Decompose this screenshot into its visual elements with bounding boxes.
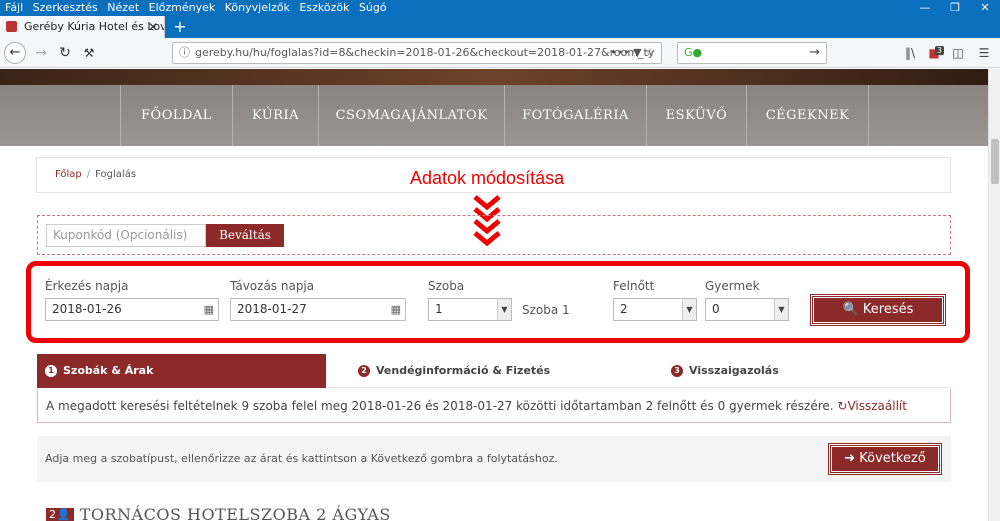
search-go-icon[interactable]: → — [809, 43, 820, 63]
room-title-text: TORNÁCOS HOTELSZOBA 2 ÁGYAS — [79, 505, 391, 521]
extension-badge: 3 — [934, 46, 944, 55]
maximize-icon[interactable]: ❐ — [940, 0, 970, 16]
menu-help[interactable]: Súgó — [359, 0, 387, 16]
url-bar[interactable]: ⓘ gereby.hu/hu/foglalas?id=8&checkin=201… — [172, 42, 662, 64]
library-icon[interactable]: ‖\ — [900, 42, 920, 64]
browser-tab[interactable]: Geréby Kúria Hotel és Lovasudv ✕ — [0, 16, 165, 38]
nav-toolbar: ← → ↻ ⚒ ⓘ gereby.hu/hu/foglalas?id=8&che… — [0, 38, 1000, 81]
main-navigation: FŐOLDAL KÚRIA CSOMAGAJÁNLATOK FOTÓGALÉRI… — [0, 85, 988, 146]
breadcrumb-separator: / — [86, 169, 91, 180]
nav-home[interactable]: FŐOLDAL — [120, 85, 232, 146]
coupon-section: Kuponkód (Opcionális) Beváltás — [37, 215, 951, 255]
search-bar[interactable]: G● → — [677, 42, 827, 64]
step-number: 2 — [358, 365, 370, 377]
step-label: Vendéginformáció & Fizetés — [376, 364, 551, 377]
redeem-button[interactable]: Beváltás — [206, 224, 284, 247]
step-number: 3 — [671, 365, 683, 377]
menu-tools[interactable]: Eszközök — [299, 0, 349, 16]
reset-label: Visszaállít — [847, 399, 907, 413]
step-guest-info[interactable]: 2 Vendéginformáció & Fizetés — [358, 354, 550, 388]
guest-count: 2 — [49, 508, 57, 521]
nav-wedding[interactable]: ESKÜVŐ — [646, 85, 746, 146]
annotation-text: Adatok módosítása — [410, 168, 565, 188]
guest-count-badge: 2👤 — [46, 508, 74, 521]
window-controls: — ❐ ✕ — [910, 0, 1000, 16]
minimize-icon[interactable]: — — [910, 0, 940, 16]
new-tab-icon[interactable]: + — [170, 16, 190, 38]
instruction-bar: Adja meg a szobatípust, ellenőrizze az á… — [37, 436, 951, 482]
nav-divider — [868, 85, 869, 146]
nav-corporate[interactable]: CÉGEKNEK — [746, 85, 868, 146]
page-actions-icon[interactable]: ••• ▼ ☆ — [610, 43, 655, 63]
step-rooms[interactable]: 1 Szobák & Árak — [37, 354, 326, 388]
nav-kuria[interactable]: KÚRIA — [232, 85, 318, 146]
menu-history[interactable]: Előzmények — [149, 0, 216, 16]
result-text: A megadott keresési feltételnek 9 szoba … — [46, 399, 834, 413]
search-result-info: A megadott keresési feltételnek 9 szoba … — [37, 389, 951, 423]
menu-file[interactable]: Fájl — [5, 0, 23, 16]
instruction-text: Adja meg a szobatípust, ellenőrizze az á… — [45, 452, 558, 465]
url-text: gereby.hu/hu/foglalas?id=8&checkin=2018-… — [195, 46, 655, 59]
tab-title: Geréby Kúria Hotel és Lovasudv — [24, 20, 164, 33]
booking-steps: 1 Szobák & Árak 2 Vendéginformáció & Fizet… — [37, 354, 951, 388]
room-type-title: 2👤 TORNÁCOS HOTELSZOBA 2 ÁGYAS — [46, 505, 391, 521]
back-icon[interactable]: ← — [4, 42, 26, 64]
info-icon[interactable]: ⓘ — [179, 43, 190, 63]
wrench-icon[interactable]: ⚒ — [80, 42, 98, 64]
close-window-icon[interactable]: ✕ — [970, 0, 1000, 16]
menu-edit[interactable]: Szerkesztés — [33, 0, 98, 16]
search-engine-icon[interactable]: G● — [684, 43, 702, 63]
nav-packages[interactable]: CSOMAGAJÁNLATOK — [318, 85, 504, 146]
step-number: 1 — [45, 365, 57, 377]
reset-link[interactable]: ↻Visszaállít — [837, 399, 907, 413]
sidebar-icon[interactable]: ◫ — [948, 42, 968, 64]
next-button-label: Következő — [859, 451, 926, 466]
page-scrollbar[interactable] — [988, 69, 1000, 521]
page-content: FŐOLDAL KÚRIA CSOMAGAJÁNLATOK FOTÓGALÉRI… — [0, 69, 988, 521]
forward-icon[interactable]: → — [32, 42, 50, 64]
menu-bookmarks[interactable]: Könyvjelzők — [225, 0, 290, 16]
breadcrumb-home[interactable]: Főlap — [55, 169, 82, 180]
tab-strip: Geréby Kúria Hotel és Lovasudv ✕ + — [0, 16, 1000, 38]
hamburger-menu-icon[interactable]: ☰ — [974, 42, 994, 64]
reload-icon[interactable]: ↻ — [56, 42, 74, 64]
step-label: Szobák & Árak — [63, 364, 154, 377]
refresh-icon: ↻ — [837, 399, 848, 413]
extension-icon[interactable]: ■3 — [924, 42, 944, 64]
highlight-frame — [26, 261, 970, 343]
step-confirmation[interactable]: 3 Visszaigazolás — [671, 354, 779, 388]
arrow-right-icon: ➜ — [844, 451, 856, 466]
tab-close-icon[interactable]: ✕ — [148, 16, 158, 38]
coupon-input[interactable]: Kuponkód (Opcionális) — [46, 224, 206, 247]
menu-bar: Fájl Szerkesztés Nézet Előzmények Könyvj… — [0, 0, 1000, 16]
nav-gallery[interactable]: FOTÓGALÉRIA — [504, 85, 646, 146]
favicon-icon — [6, 21, 17, 32]
hero-image — [0, 69, 988, 85]
menu-view[interactable]: Nézet — [107, 0, 139, 16]
scrollbar-thumb[interactable] — [991, 139, 999, 184]
step-label: Visszaigazolás — [689, 364, 779, 377]
next-button[interactable]: ➜ Következő — [828, 443, 942, 475]
breadcrumb-current: Foglalás — [95, 169, 137, 180]
